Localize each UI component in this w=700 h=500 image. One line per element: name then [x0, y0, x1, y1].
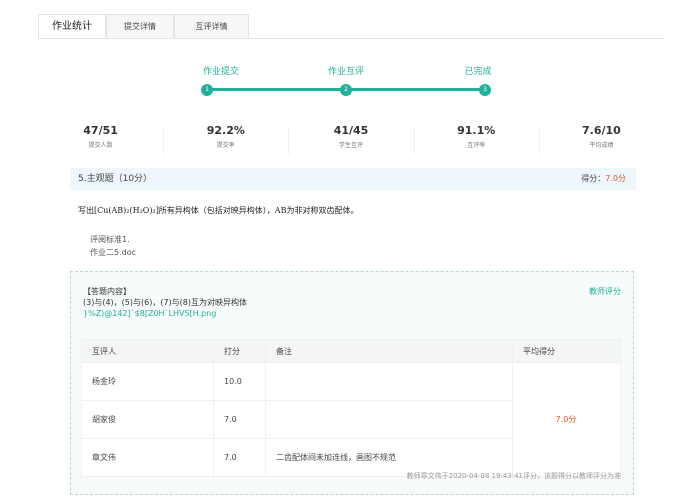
- score-value: 7.0分: [605, 174, 626, 183]
- table-header-row: 互评人 打分 备注 平均得分: [81, 339, 621, 363]
- answer-title: 【答题内容】: [83, 287, 131, 296]
- stats-row: 47/51 提交人数 92.2% 提交率 41/45 学生互评 91.1% 互评…: [38, 124, 664, 158]
- tab-peer-review-details[interactable]: 互评详情: [174, 14, 249, 39]
- stat-submit-rate: 92.2% 提交率: [163, 124, 288, 158]
- reviewer-note: [265, 400, 513, 439]
- reviewer-score: 7.0: [213, 400, 266, 439]
- step-label-submit: 作业提交: [202, 67, 240, 77]
- stat-value: 41/45: [333, 124, 369, 137]
- question-header: 5.主观题（10分） 得分：7.0分: [70, 168, 636, 190]
- table-row: 杨金玲 10.0 7.0分: [81, 362, 621, 477]
- stat-submitted-count: 47/51 提交人数: [38, 124, 163, 158]
- stat-label: 提交人数: [88, 142, 113, 149]
- reviewer-name: 胡家俊: [81, 400, 214, 439]
- progress-steps: 作业提交 作业互评 已完成 1 2 3: [0, 64, 700, 104]
- question-text: 写出[Cu(AB)₂(H₂O)₂]所有异构体（包括对映异构体），AB为非对称双齿…: [78, 206, 359, 215]
- stat-label: 学生互评: [339, 142, 364, 149]
- question-score: 得分：7.0分: [581, 168, 626, 190]
- stat-label: 互评率: [467, 142, 486, 149]
- score-label: 得分：: [581, 174, 606, 183]
- stat-value: 92.2%: [206, 124, 245, 137]
- stat-value: 7.6/10: [582, 124, 621, 137]
- criteria-label: 评阅标准1.: [90, 235, 130, 244]
- tab-homework-stats[interactable]: 作业统计: [38, 14, 106, 39]
- step-label-done: 已完成: [464, 67, 492, 77]
- question-title: 5.主观题（10分）: [78, 174, 153, 184]
- stat-peer-review-rate: 91.1% 互评率: [413, 124, 539, 158]
- step-label-review: 作业互评: [327, 67, 365, 77]
- step-dot-3: 3: [479, 84, 491, 96]
- reviewer-score: 7.0: [213, 438, 266, 477]
- col-average: 平均得分: [512, 339, 621, 363]
- reviewer-note: [265, 362, 513, 401]
- tab-divider: [38, 38, 664, 39]
- tab-bar: 作业统计 提交详情 互评详情: [38, 14, 249, 39]
- tab-submission-details[interactable]: 提交详情: [106, 14, 174, 39]
- peer-review-table: 互评人 打分 备注 平均得分 杨金玲 10.0 7.0分 胡家俊 7.0 章文伟…: [81, 339, 621, 477]
- reviewer-name: 杨金玲: [81, 362, 214, 401]
- answer-content: 【答题内容】 (3)与(4)，(5)与(6)，(7)与(8)互为对映异构体 }%…: [83, 286, 247, 319]
- grading-footnote: 教师章文伟于2020-04-08 19:43:41评分，该题得分以教师评分为准: [406, 472, 621, 480]
- stat-average-score: 7.6/10 平均成绩: [538, 124, 664, 158]
- average-score: 7.0分: [512, 362, 621, 477]
- grading-criteria: 评阅标准1. 作业二5.doc: [90, 233, 136, 259]
- answer-file-link[interactable]: }%Z)@142]`$8[Z0H`LHVS[H.png: [83, 308, 247, 319]
- col-note: 备注: [265, 339, 513, 363]
- teacher-grade-button[interactable]: 教师评分: [589, 286, 621, 297]
- reviewer-name: 章文伟: [81, 438, 214, 477]
- stat-value: 91.1%: [457, 124, 496, 137]
- stat-peer-review-count: 41/45 学生互评: [288, 124, 413, 158]
- stat-value: 47/51: [83, 124, 118, 137]
- stat-label: 平均成绩: [589, 142, 614, 149]
- answer-box: 【答题内容】 (3)与(4)，(5)与(6)，(7)与(8)互为对映异构体 }%…: [70, 271, 634, 495]
- reviewer-score: 10.0: [213, 362, 266, 401]
- col-reviewer: 互评人: [81, 339, 214, 363]
- attachment-link[interactable]: 作业二5.doc: [90, 246, 136, 259]
- step-dot-1: 1: [201, 84, 213, 96]
- stat-label: 提交率: [216, 142, 235, 149]
- answer-text: (3)与(4)，(5)与(6)，(7)与(8)互为对映异构体: [83, 298, 247, 307]
- col-score: 打分: [213, 339, 266, 363]
- step-dot-2: 2: [340, 84, 352, 96]
